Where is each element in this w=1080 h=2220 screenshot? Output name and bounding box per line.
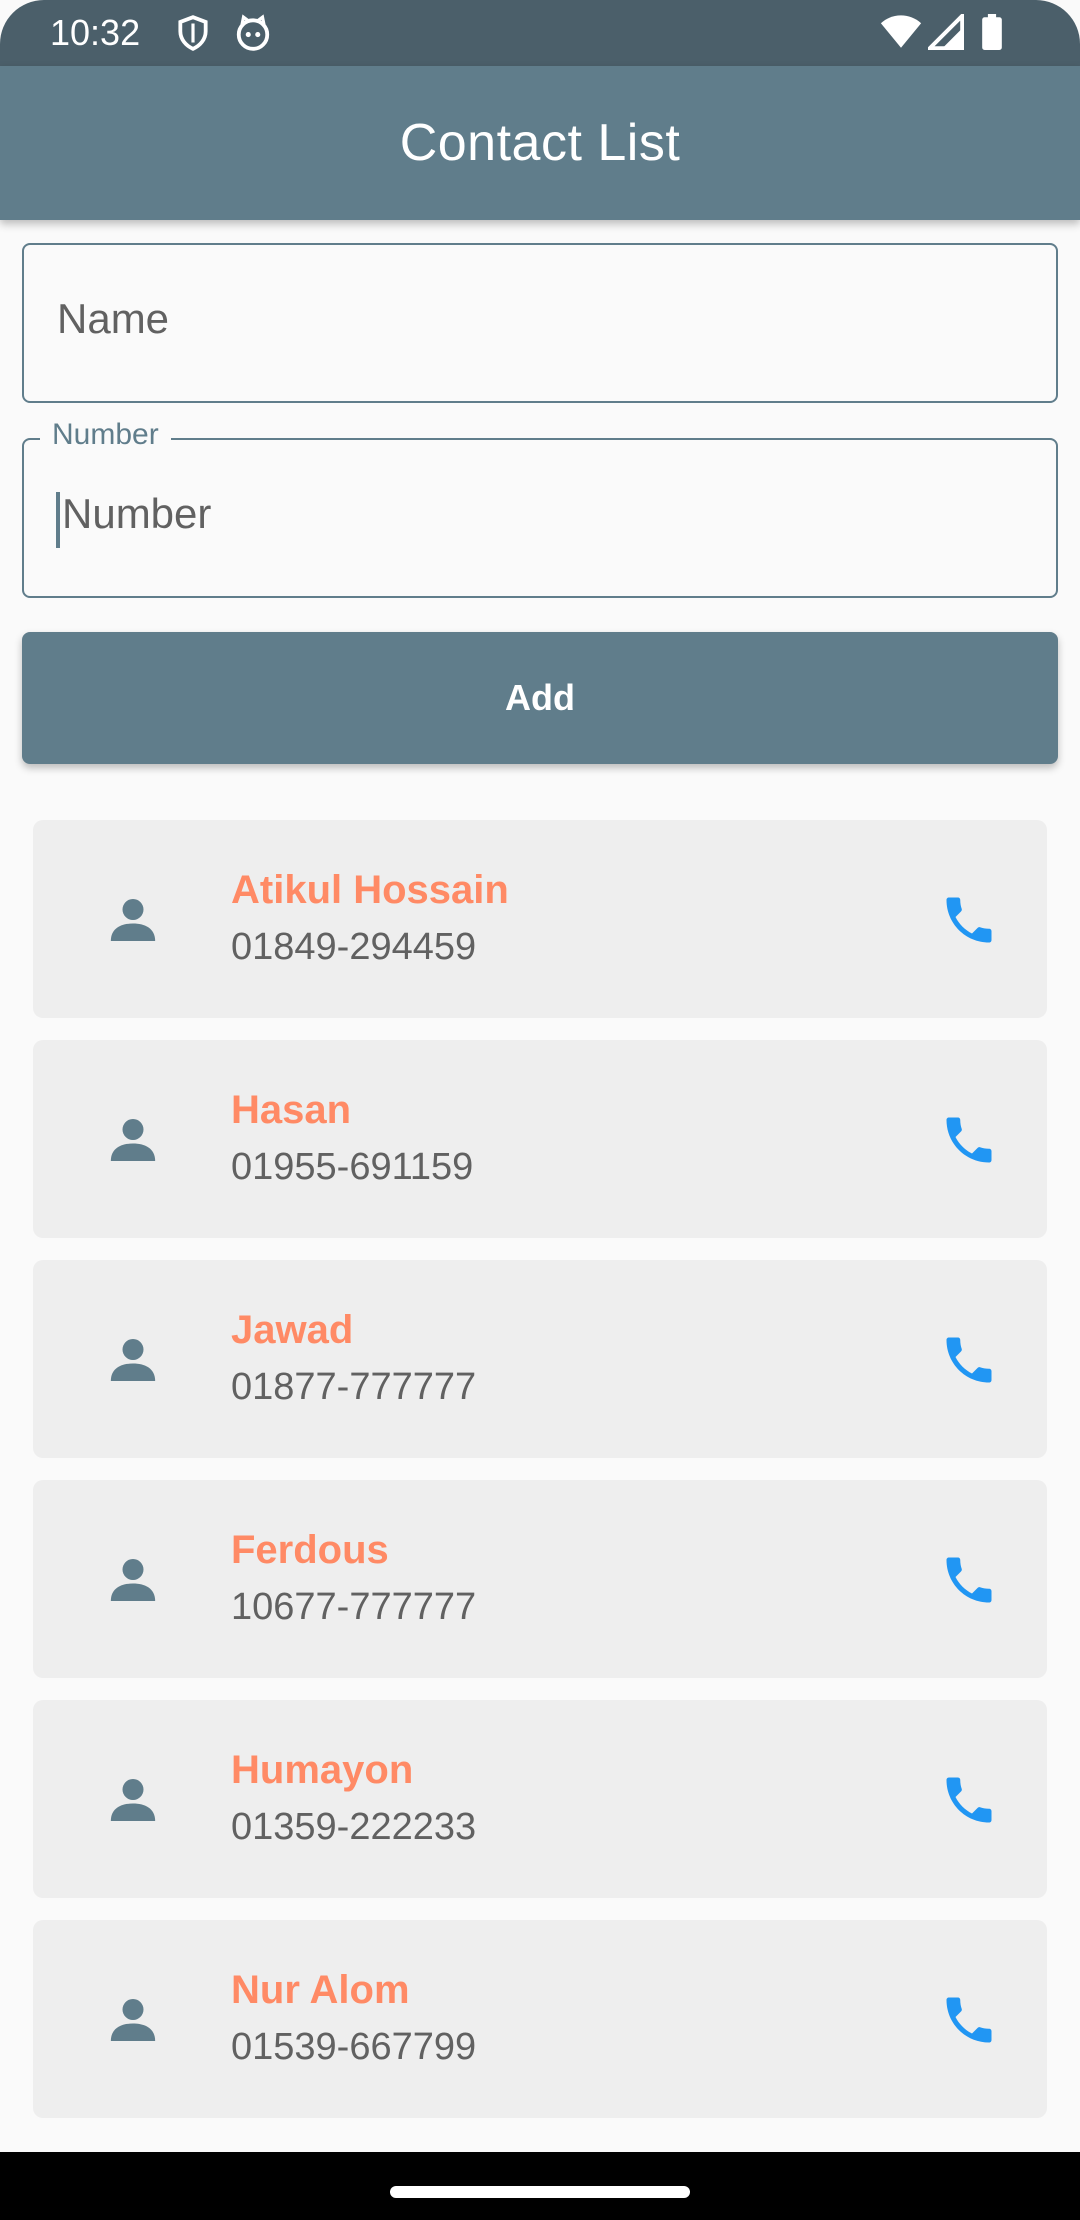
person-icon <box>110 1559 156 1601</box>
screen: 10:32 Contact List Name Number Number Ad… <box>0 0 1080 2220</box>
signal-icon <box>928 14 964 50</box>
number-placeholder: Number <box>62 490 212 537</box>
contact-card[interactable]: Jawad 01877-777777 <box>33 1260 1047 1458</box>
status-bar: 10:32 <box>0 0 1080 66</box>
call-icon[interactable] <box>939 1330 999 1390</box>
person-icon <box>110 1119 156 1161</box>
contact-number: 01849-294459 <box>231 926 477 968</box>
person-icon <box>110 1339 156 1381</box>
contact-number: 01539-667799 <box>231 2026 477 2068</box>
number-field[interactable]: Number Number <box>22 418 1058 598</box>
contact-name: Atikul Hossain <box>231 868 509 912</box>
text-cursor <box>56 492 60 548</box>
page-title: Contact List <box>399 114 681 172</box>
cat-icon <box>236 14 270 51</box>
call-icon[interactable] <box>939 1110 999 1170</box>
person-icon <box>110 899 156 941</box>
person-icon <box>110 1779 156 1821</box>
contact-card[interactable]: Nur Alom 01539-667799 <box>33 1920 1047 2118</box>
contact-card[interactable]: Hasan 01955-691159 <box>33 1040 1047 1238</box>
wifi-icon <box>880 15 922 48</box>
contact-card[interactable]: Ferdous 10677-777777 <box>33 1480 1047 1678</box>
status-time: 10:32 <box>50 12 141 53</box>
contact-card[interactable]: Atikul Hossain 01849-294459 <box>33 820 1047 1018</box>
contact-name: Ferdous <box>231 1528 389 1572</box>
call-icon[interactable] <box>939 890 999 950</box>
person-icon <box>110 1999 156 2041</box>
shield-icon <box>178 15 208 51</box>
add-button[interactable]: Add <box>22 632 1058 764</box>
call-icon[interactable] <box>939 1550 999 1610</box>
home-gesture-handle[interactable] <box>390 2186 690 2198</box>
call-icon[interactable] <box>939 1770 999 1830</box>
contact-number: 01359-222233 <box>231 1806 477 1848</box>
contact-number: 01877-777777 <box>231 1366 477 1408</box>
contact-number: 10677-777777 <box>231 1586 477 1628</box>
contact-name: Humayon <box>231 1748 414 1792</box>
battery-icon <box>982 14 1002 50</box>
name-field[interactable]: Name <box>22 243 1058 403</box>
call-icon[interactable] <box>939 1990 999 2050</box>
contact-name: Hasan <box>231 1088 352 1132</box>
name-placeholder: Name <box>57 295 170 342</box>
app-bar: Contact List <box>0 66 1080 220</box>
contact-number: 01955-691159 <box>231 1146 474 1188</box>
navigation-bar <box>0 2152 1080 2220</box>
contact-name: Nur Alom <box>231 1968 410 2012</box>
contact-name: Jawad <box>231 1308 354 1352</box>
contact-card[interactable]: Humayon 01359-222233 <box>33 1700 1047 1898</box>
number-field-label: Number <box>40 418 171 452</box>
